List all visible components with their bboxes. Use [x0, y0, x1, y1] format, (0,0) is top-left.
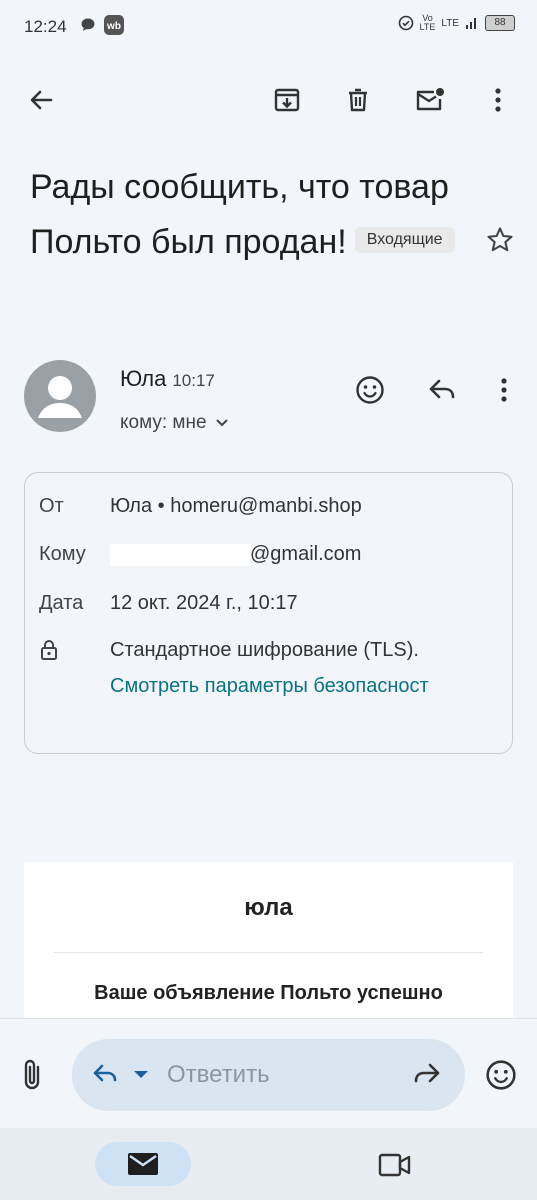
message-body: юла Ваше объявление Польто успешно: [24, 862, 513, 1032]
label-chip-inbox[interactable]: Входящие: [354, 227, 455, 254]
reply-icon: [93, 1064, 148, 1082]
chat-icon: [80, 17, 96, 33]
lock-icon: [39, 639, 59, 661]
reply-mode-selector[interactable]: [92, 1063, 152, 1087]
mail-unread-icon: [416, 88, 444, 111]
status-right: Vo LTE LTE 88: [398, 14, 515, 32]
forward-icon: [414, 1063, 440, 1083]
signal-icon: [466, 18, 476, 29]
back-button[interactable]: [19, 78, 63, 122]
volte-indicator: Vo LTE: [419, 13, 436, 32]
attach-button[interactable]: [18, 1057, 48, 1093]
to-email: @gmail.com: [250, 543, 362, 565]
star-icon: [487, 227, 513, 252]
status-time: 12:24: [24, 17, 67, 36]
more-vert-icon: [495, 88, 501, 112]
emoji-icon: [486, 1060, 516, 1090]
message-details-panel: От Юла • homeru@manbi.shop Кому @gmail.c…: [24, 472, 513, 754]
from-key: От: [39, 495, 64, 517]
reply-bar: Ответить: [0, 1018, 537, 1128]
to-me-label: кому: мне: [120, 412, 207, 433]
trash-icon: [349, 88, 367, 112]
star-button[interactable]: [478, 218, 522, 262]
lte-indicator: LTE: [441, 17, 459, 29]
body-headline: Ваше объявление Польто успешно: [94, 982, 443, 1004]
recipient-toggle[interactable]: кому: мне: [120, 412, 229, 434]
video-camera-icon: [378, 1153, 411, 1177]
from-value[interactable]: Юла • homeru@manbi.shop: [110, 495, 362, 518]
mail-icon: [128, 1153, 158, 1175]
redacted-block: [110, 543, 250, 566]
wb-app-icon: wb: [104, 15, 124, 35]
reply-icon: [429, 379, 455, 399]
reply-field[interactable]: Ответить: [72, 1039, 465, 1111]
archive-button[interactable]: [265, 78, 309, 122]
paperclip-icon: [24, 1059, 40, 1090]
alarm-icon: [398, 15, 413, 31]
delete-button[interactable]: [336, 78, 380, 122]
mark-unread-button[interactable]: [408, 78, 452, 122]
bottom-navigation: [0, 1128, 537, 1200]
date-value: 12 окт. 2024 г., 10:17: [110, 592, 298, 614]
arrow-back-icon: [30, 90, 53, 110]
body-divider: [54, 952, 483, 953]
date-key: Дата: [39, 592, 84, 614]
battery-indicator: 88: [485, 15, 515, 31]
add-reaction-button[interactable]: [348, 368, 392, 412]
person-icon: [38, 376, 82, 418]
reply-button[interactable]: [420, 368, 464, 412]
security-details-link[interactable]: Смотреть параметры безопасност: [110, 675, 500, 698]
message-more-button[interactable]: [482, 368, 526, 412]
chevron-down-icon: [215, 419, 228, 427]
svg-text:wb: wb: [106, 21, 121, 32]
avatar[interactable]: [24, 360, 96, 432]
archive-icon: [274, 88, 300, 112]
nav-meet-tab[interactable]: [378, 1152, 412, 1178]
emoji-icon: [356, 376, 384, 404]
encryption-text: Стандартное шифрование (TLS).: [110, 639, 419, 661]
sender-line: Юла 10:17: [120, 366, 215, 392]
sender-name: Юла: [120, 366, 167, 391]
to-value[interactable]: @gmail.com: [110, 543, 361, 566]
email-subject: Рады сообщить, что товар Польто был прод…: [30, 160, 480, 270]
forward-button[interactable]: [412, 1061, 442, 1087]
brand-title: юла: [244, 894, 293, 921]
more-options-button[interactable]: [476, 78, 520, 122]
to-key: Кому: [39, 543, 86, 565]
sender-time: 10:17: [172, 371, 215, 390]
add-emoji-button[interactable]: [485, 1059, 517, 1091]
more-vert-icon: [501, 378, 507, 402]
reply-placeholder: Ответить: [167, 1061, 270, 1088]
nav-mail-tab[interactable]: [95, 1142, 191, 1186]
